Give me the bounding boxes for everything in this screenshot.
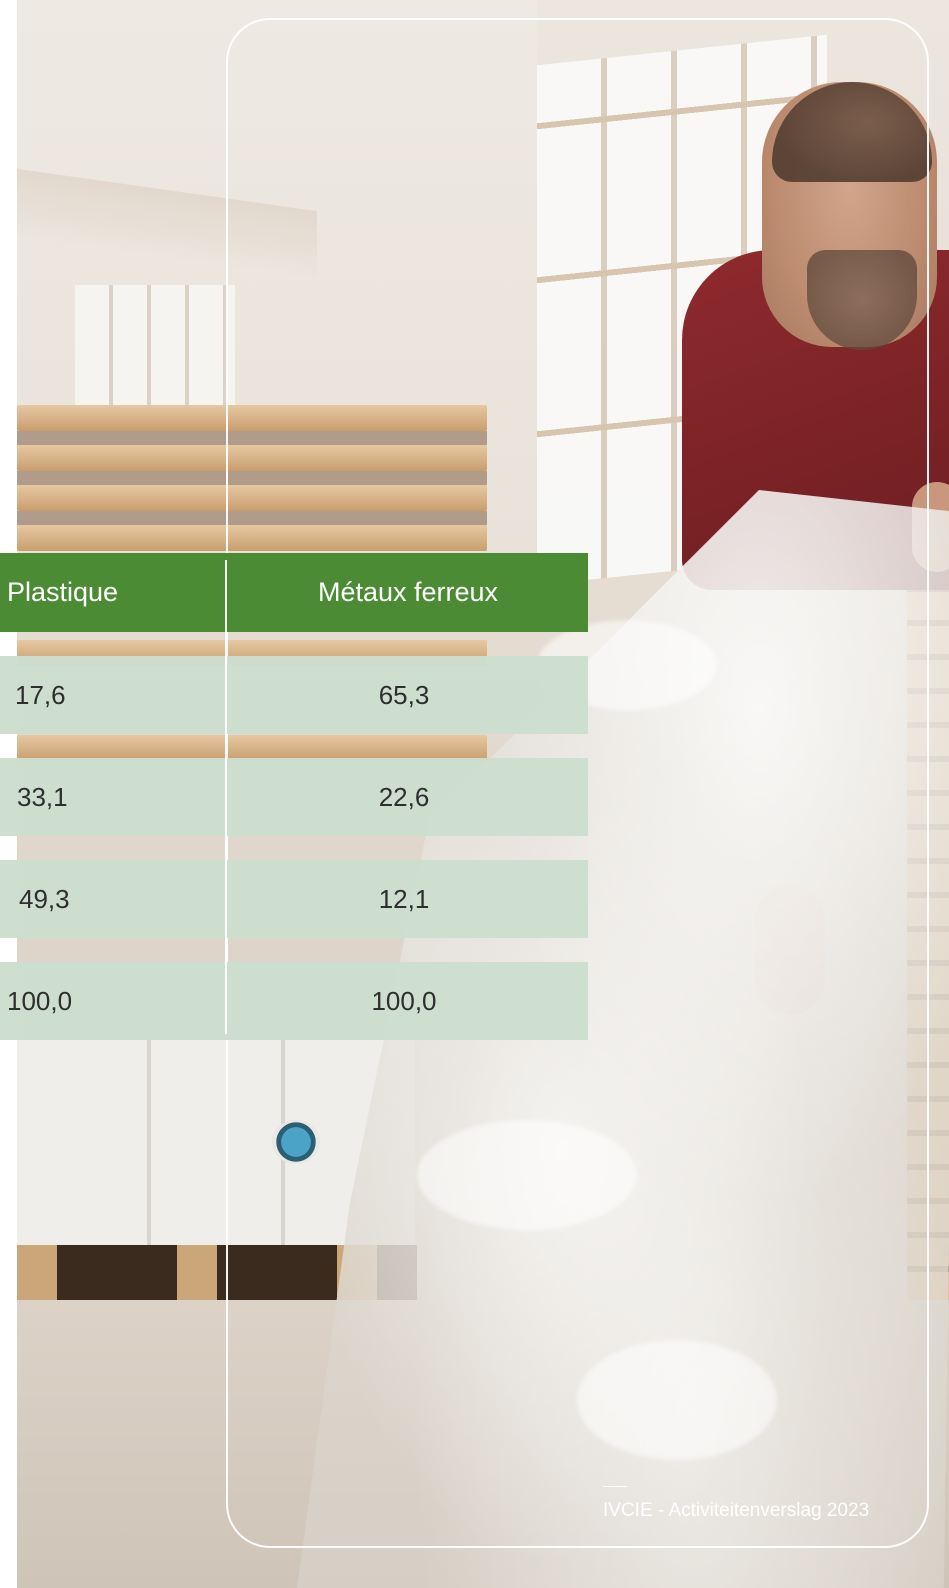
pallet-plank <box>17 445 487 471</box>
bag-highlight <box>577 1340 777 1460</box>
pallet-gap <box>17 511 487 525</box>
pallet-plank <box>17 525 487 551</box>
footer-text: IVCIE - Activiteitenverslag 2023 <box>603 1500 870 1521</box>
cell-metaux-ferreux: 12,1 <box>378 884 430 914</box>
cell-plastique: 49,3 <box>19 884 70 914</box>
small-window <box>75 285 235 415</box>
pallet-gap <box>17 431 487 445</box>
column-header-metaux-ferreux: Métaux ferreux <box>317 577 499 607</box>
column-header-plastique: Plastique <box>7 577 119 607</box>
table-row: 49,3 12,1 <box>0 860 588 938</box>
pallet-plank <box>17 485 487 511</box>
table-header: Plastique Métaux ferreux <box>0 553 588 632</box>
pallet-plank <box>17 405 487 431</box>
table-row-total: 100,0 100,0 <box>0 962 588 1040</box>
bag-highlight <box>417 1120 637 1230</box>
cell-plastique-total: 100,0 <box>7 986 73 1016</box>
cell-metaux-ferreux-total: 100,0 <box>371 986 437 1016</box>
pallet-gap <box>17 471 487 485</box>
cell-metaux-ferreux: 65,3 <box>378 680 430 710</box>
column-divider <box>225 560 227 1034</box>
table-row: 33,1 22,6 <box>0 758 588 836</box>
footer-dash <box>603 1486 627 1487</box>
box-logo-image <box>272 1120 320 1164</box>
cell-metaux-ferreux: 22,6 <box>378 782 430 812</box>
table-row: 17,6 65,3 <box>0 656 588 734</box>
cell-plastique: 33,1 <box>17 782 68 812</box>
cell-plastique: 17,6 <box>15 680 66 710</box>
